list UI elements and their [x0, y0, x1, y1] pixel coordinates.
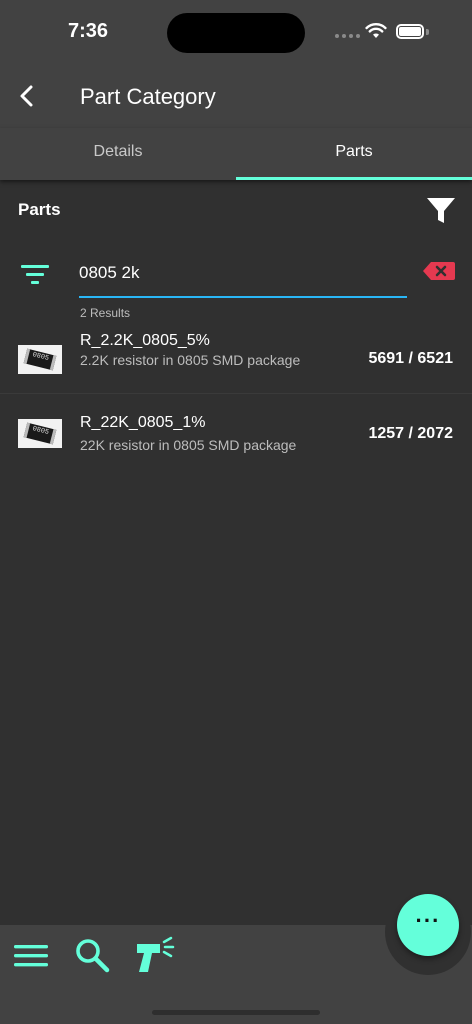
- part-thumbnail: 0805: [18, 419, 62, 448]
- clear-search-icon[interactable]: [422, 260, 456, 282]
- thumbnail-label: 0805: [31, 351, 50, 363]
- part-stock: 1257 / 2072: [368, 425, 453, 442]
- barcode-scanner-icon[interactable]: [134, 936, 176, 976]
- app-bar: Part Category: [0, 64, 472, 128]
- battery-icon: [396, 24, 424, 39]
- home-indicator: [152, 1010, 320, 1015]
- dynamic-island: [167, 13, 305, 53]
- search-icon[interactable]: [73, 936, 111, 974]
- thumbnail-label: 0805: [31, 425, 50, 437]
- part-description: 22K resistor in 0805 SMD package: [80, 437, 297, 453]
- part-name: R_22K_0805_1%: [80, 414, 206, 431]
- filter-icon[interactable]: [425, 196, 457, 226]
- back-button[interactable]: [10, 78, 42, 114]
- part-stock: 5691 / 6521: [368, 350, 453, 367]
- list-item[interactable]: 0805 R_22K_0805_1% 22K resistor in 0805 …: [0, 394, 472, 474]
- tab-bar: Details Parts: [0, 128, 472, 180]
- tab-details[interactable]: Details: [0, 128, 236, 180]
- status-time: 7:36: [68, 20, 109, 42]
- tab-parts[interactable]: Parts: [236, 128, 472, 180]
- more-horizontal-icon: ···: [415, 908, 441, 933]
- list-item[interactable]: 0805 R_2.2K_0805_5% 2.2K resistor in 080…: [0, 325, 472, 394]
- more-actions-button[interactable]: ···: [397, 894, 459, 956]
- parts-list: 0805 R_2.2K_0805_5% 2.2K resistor in 080…: [0, 325, 472, 474]
- cellular-signal-icon: [335, 34, 360, 38]
- sort-icon[interactable]: [20, 262, 50, 288]
- section-title: Parts: [18, 200, 61, 219]
- page-title: Part Category: [80, 84, 216, 109]
- wifi-icon: [365, 23, 387, 38]
- search-field: [79, 254, 407, 298]
- part-thumbnail: 0805: [18, 345, 62, 374]
- part-description: 2.2K resistor in 0805 SMD package: [80, 352, 301, 368]
- part-name: R_2.2K_0805_5%: [80, 332, 210, 349]
- status-bar: 7:36: [0, 0, 472, 64]
- search-input[interactable]: [79, 258, 399, 288]
- chevron-left-icon: [20, 85, 33, 107]
- results-count: 2 Results: [80, 306, 131, 320]
- battery-tip: [426, 29, 429, 35]
- menu-icon[interactable]: [13, 940, 49, 972]
